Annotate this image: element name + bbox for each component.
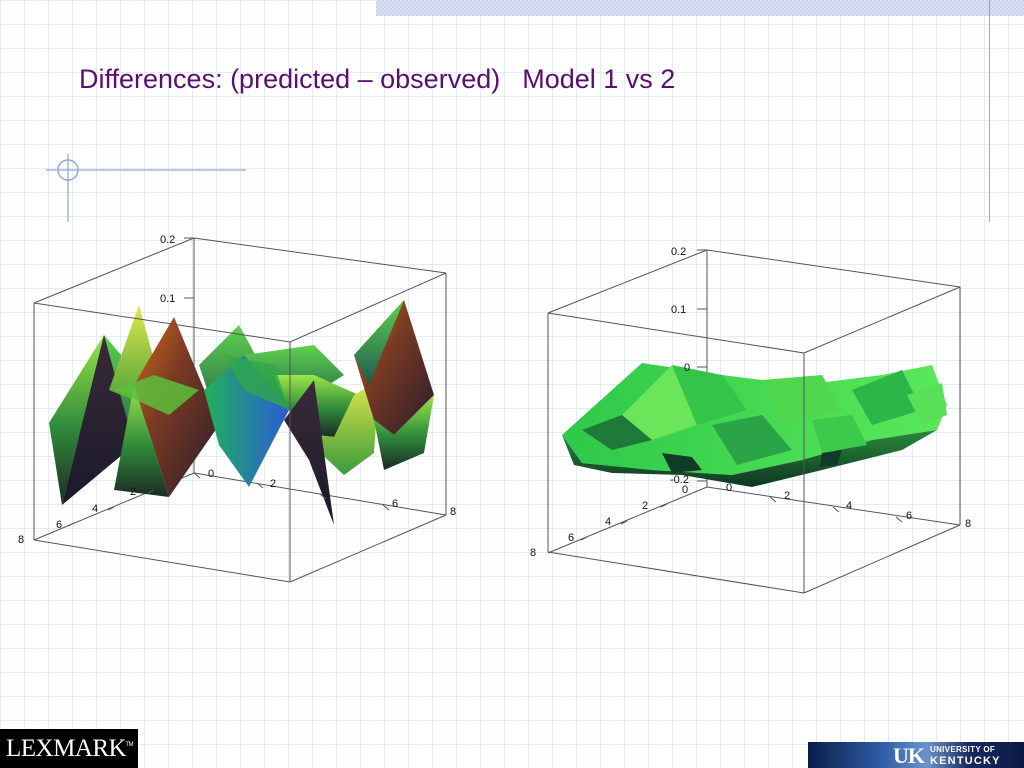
uk-logo-text: UNIVERSITY OF KENTUCKY xyxy=(930,745,1001,767)
z-tick-label: 0.2 xyxy=(671,246,686,258)
z-tick-label: 0.1 xyxy=(160,293,175,305)
lexmark-logo: LEXMARK TM xyxy=(0,729,138,768)
z-tick-label: 0 xyxy=(208,468,214,480)
surface-model-1 xyxy=(49,300,434,525)
slide-title-main: Differences: (predicted – observed) xyxy=(79,64,501,94)
z-tick-label: 0.2 xyxy=(160,234,175,246)
slide-title-model: Model 1 vs 2 xyxy=(522,64,676,94)
x-tick-label: 4 xyxy=(846,500,852,512)
y-tick-label: 0 xyxy=(682,484,688,496)
uk-logo-line1: UNIVERSITY OF xyxy=(930,745,996,754)
x-tick-label: 8 xyxy=(450,506,456,518)
y-tick-label: 4 xyxy=(92,503,98,515)
surface-plot-model-2: 0.2 0.1 0 -0.2 0 0 2 4 6 8 2 4 6 8 xyxy=(522,225,992,600)
y-tick-label: 2 xyxy=(130,486,136,498)
lexmark-logo-text: LEXMARK xyxy=(6,735,127,762)
uk-logo-line2: KENTUCKY xyxy=(930,755,1001,767)
top-decorative-band xyxy=(376,0,1024,16)
z-tick-label: 0.1 xyxy=(671,304,686,316)
z-tick-label: 0 xyxy=(684,362,690,374)
crosshair-ornament xyxy=(46,154,246,222)
y-tick-label: 8 xyxy=(18,534,24,546)
uk-logo-mark: UK xyxy=(893,743,925,768)
surface-plot-model-2-svg: 0.2 0.1 0 -0.2 0 0 2 4 6 8 2 4 6 8 xyxy=(530,246,971,594)
x-tick-label: 0 xyxy=(726,482,732,494)
x-tick-label: 2 xyxy=(784,490,790,502)
right-accent-line xyxy=(989,0,990,222)
x-tick-label: 6 xyxy=(906,510,912,522)
y-tick-label: 6 xyxy=(568,532,574,544)
x-tick-label: 8 xyxy=(965,518,971,530)
x-tick-label: 2 xyxy=(270,478,276,490)
y-tick-label: 4 xyxy=(605,516,611,528)
x-tick-label: 6 xyxy=(392,498,398,510)
surface-plot-model-1-svg: 0.2 0.1 0 2 6 8 2 4 6 8 xyxy=(18,234,456,583)
slide-title: Differences: (predicted – observed) Model… xyxy=(79,64,675,95)
y-tick-label: 8 xyxy=(530,547,536,559)
surface-plot-model-1: 0.2 0.1 0 2 6 8 2 4 6 8 xyxy=(14,225,464,590)
surface-model-2 xyxy=(562,363,947,487)
y-tick-label: 2 xyxy=(642,500,648,512)
university-of-kentucky-logo: UK UNIVERSITY OF KENTUCKY xyxy=(808,742,1024,768)
y-tick-label: 6 xyxy=(56,519,62,531)
lexmark-logo-tm: TM xyxy=(125,742,133,748)
